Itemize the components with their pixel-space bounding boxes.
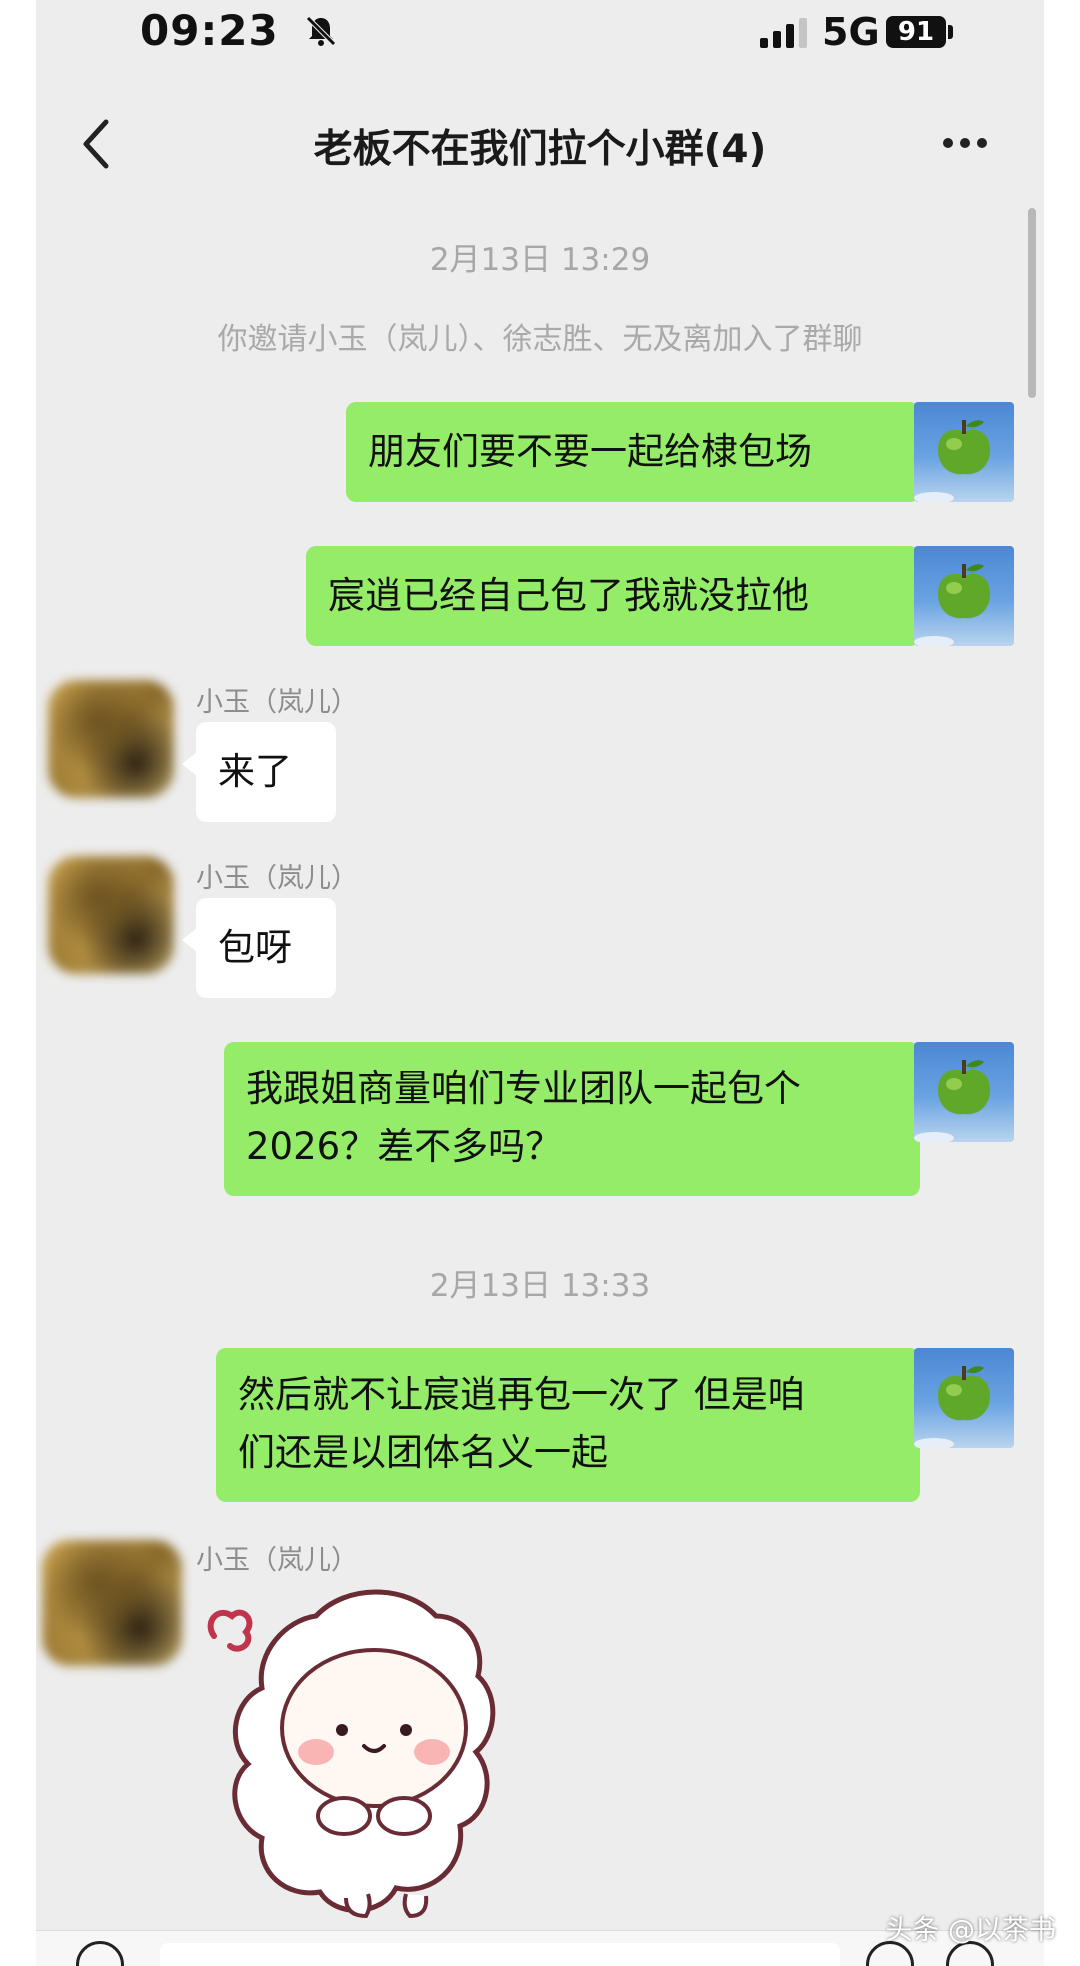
watermark: 头条 @以茶书 [885, 1915, 1056, 1946]
mute-bell-icon [306, 16, 336, 46]
message-text-line: 我跟姐商量咱们专业团队一起包个 [246, 1067, 801, 1110]
green-apple-icon [914, 564, 990, 646]
chat-title: 老板不在我们拉个小群(4) [313, 127, 767, 172]
cute-sheep-sticker-icon[interactable] [196, 1576, 556, 1936]
incoming-message[interactable]: 来了 [182, 722, 336, 822]
system-message: 你邀请小玉（岚儿）、徐志胜、无及离加入了群聊 [217, 322, 863, 357]
my-avatar[interactable] [914, 402, 1014, 502]
network-type: 5G [822, 10, 880, 54]
incoming-message[interactable]: 包呀 [182, 898, 336, 998]
my-avatar[interactable] [914, 1348, 1014, 1448]
timestamp: 2月13日 13:29 [429, 242, 651, 278]
voice-input-icon[interactable] [76, 1941, 124, 1966]
my-avatar[interactable] [914, 546, 1014, 646]
green-apple-icon [914, 420, 990, 502]
green-apple-icon [914, 1366, 990, 1448]
message-text-line: 们还是以团体名义一起 [238, 1431, 608, 1474]
contact-avatar[interactable] [48, 680, 174, 798]
outgoing-message[interactable]: 然后就不让宸逍再包一次了 但是咱 们还是以团体名义一起 [216, 1348, 934, 1502]
battery-tip [948, 25, 953, 39]
message-text: 朋友们要不要一起给棣包场 [368, 430, 812, 473]
outgoing-message[interactable]: 宸逍已经自己包了我就没拉他 [306, 546, 934, 646]
message-text: 包呀 [218, 926, 292, 969]
message-text-line: 2026？差不多吗？ [246, 1125, 563, 1168]
message-text: 宸逍已经自己包了我就没拉他 [328, 574, 809, 617]
sender-name: 小玉（岚儿） [196, 687, 358, 718]
battery-indicator: 91 [886, 16, 946, 48]
chat-screen: 09:23 5G 91 老板不在我们拉个小群(4) 2月13日 13:29 你邀… [36, 0, 1044, 1966]
status-time: 09:23 [140, 6, 279, 55]
back-arrow-icon[interactable] [76, 116, 116, 172]
my-avatar[interactable] [914, 1042, 1014, 1142]
contact-avatar[interactable] [42, 1540, 182, 1666]
sender-name: 小玉（岚儿） [196, 863, 358, 894]
message-text: 来了 [218, 750, 292, 793]
outgoing-message[interactable]: 朋友们要不要一起给棣包场 [346, 402, 934, 502]
sender-name: 小玉（岚儿） [196, 1545, 358, 1576]
timestamp: 2月13日 13:33 [429, 1268, 651, 1304]
more-options-icon[interactable] [942, 136, 988, 150]
message-text-line: 然后就不让宸逍再包一次了 但是咱 [238, 1373, 805, 1416]
outgoing-message[interactable]: 我跟姐商量咱们专业团队一起包个 2026？差不多吗？ [224, 1042, 934, 1196]
signal-strength-icon [760, 18, 807, 48]
contact-avatar[interactable] [48, 856, 174, 974]
green-apple-icon [914, 1060, 990, 1142]
message-input[interactable] [160, 1943, 840, 1966]
